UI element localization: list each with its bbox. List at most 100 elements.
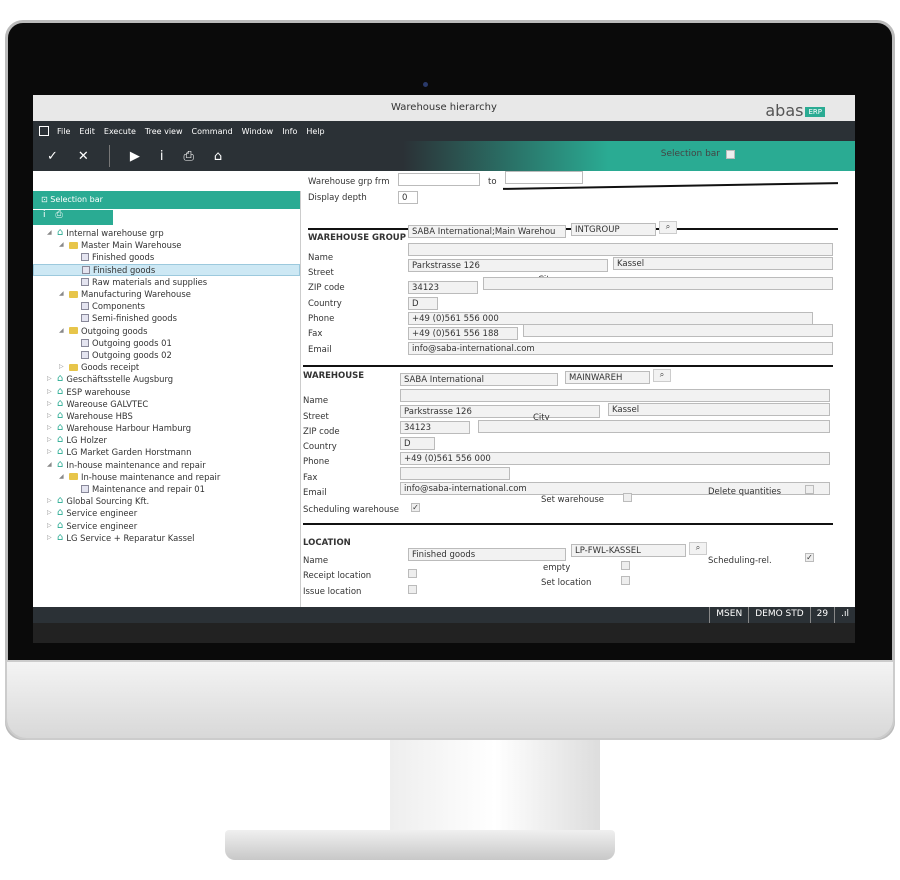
check-icon[interactable]: ✓ <box>47 149 58 164</box>
receipt-location-checkbox[interactable] <box>408 569 417 578</box>
warehouse-group-icon: ⌂ <box>57 373 64 385</box>
grp-from-input[interactable] <box>398 173 480 186</box>
selection-bar-checkbox[interactable] <box>726 149 735 159</box>
group-country-field[interactable]: D <box>408 297 438 310</box>
print-icon[interactable]: ⎙ <box>56 210 63 225</box>
search-icon[interactable]: ⌕ <box>689 542 707 555</box>
wh-phone-field[interactable]: +49 (0)561 556 000 <box>400 452 830 465</box>
scheduling-rel-checkbox[interactable]: ✓ <box>805 553 814 562</box>
collapse-icon[interactable]: ◢ <box>59 239 66 251</box>
tree-node[interactable]: Finished goods <box>33 251 300 263</box>
menu-help[interactable]: Help <box>306 127 324 136</box>
play-icon[interactable]: ▶ <box>130 149 140 164</box>
tree-node[interactable]: ◢ In-house maintenance and repair <box>33 471 300 483</box>
expand-icon[interactable]: ▷ <box>47 398 54 410</box>
tree-node[interactable]: ▷ ⌂ Geschäftsstelle Augsburg <box>33 373 300 385</box>
info-icon[interactable]: i <box>43 210 46 225</box>
menu-window[interactable]: Window <box>242 127 274 136</box>
tree-node[interactable]: ◢ Master Main Warehouse <box>33 239 300 251</box>
info-icon[interactable]: i <box>160 149 164 164</box>
menu-tree-view[interactable]: Tree view <box>145 127 183 136</box>
depth-input[interactable]: 0 <box>398 191 418 204</box>
tree-node[interactable]: ▷ ⌂ LG Holzer <box>33 434 300 446</box>
wh-street-field[interactable]: Parkstrasse 126 <box>400 405 600 418</box>
selection-bar-header[interactable]: ⊡ Selection bar <box>33 191 300 209</box>
tree-node[interactable]: ▷ ⌂ LG Service + Reparatur Kassel <box>33 532 300 544</box>
wh-zip-field[interactable]: 34123 <box>400 421 470 434</box>
tree-node[interactable]: ▷ ⌂ Warehouse HBS <box>33 410 300 422</box>
tree-node[interactable]: ◢ Outgoing goods <box>33 325 300 337</box>
tree-node[interactable]: Maintenance and repair 01 <box>33 483 300 495</box>
expand-icon[interactable]: ▷ <box>47 373 54 385</box>
menu-edit[interactable]: Edit <box>79 127 95 136</box>
collapse-icon[interactable]: ◢ <box>47 227 54 239</box>
tree-node[interactable]: ▷ ⌂ ESP warehouse <box>33 385 300 397</box>
tree-node[interactable]: Outgoing goods 01 <box>33 337 300 349</box>
tree-node[interactable]: ▷ Goods receipt <box>33 361 300 373</box>
tree-node[interactable]: ▷ ⌂ Warehouse Harbour Hamburg <box>33 422 300 434</box>
menu-file[interactable]: File <box>57 127 70 136</box>
expand-icon[interactable]: ▷ <box>47 410 54 422</box>
expand-icon[interactable]: ▷ <box>47 446 54 458</box>
group-email-field[interactable]: info@saba-international.com <box>408 342 833 355</box>
menu-bar: File Edit Execute Tree view Command Window Inf… <box>33 121 855 159</box>
scheduling-warehouse-checkbox[interactable]: ✓ <box>411 503 420 512</box>
expand-icon[interactable]: ▷ <box>47 507 54 519</box>
menu-info[interactable]: Info <box>282 127 297 136</box>
tree-node[interactable]: Raw materials and supplies <box>33 276 300 288</box>
issue-location-checkbox[interactable] <box>408 585 417 594</box>
selection-bar-toggle[interactable]: Selection bar <box>661 149 735 159</box>
collapse-icon[interactable]: ◢ <box>59 288 66 300</box>
group-zip-field[interactable]: 34123 <box>408 281 478 294</box>
tree-node[interactable]: ▷ ⌂ LG Market Garden Horstmann <box>33 446 300 458</box>
tree-node[interactable]: ◢ ⌂ In-house maintenance and repair <box>33 459 300 471</box>
tree-node[interactable]: ▷ ⌂ Global Sourcing Kft. <box>33 495 300 507</box>
menu-execute[interactable]: Execute <box>104 127 136 136</box>
tree-node[interactable]: Semi-finished goods <box>33 312 300 324</box>
grp-to-input[interactable] <box>505 171 583 184</box>
search-icon[interactable]: ⌕ <box>653 369 671 382</box>
menu-command[interactable]: Command <box>192 127 233 136</box>
wh-name-field[interactable]: SABA International <box>400 373 558 386</box>
tree-node[interactable]: ▷ ⌂ Service engineer <box>33 507 300 519</box>
delete-quantities-checkbox[interactable] <box>805 485 814 494</box>
tree-node[interactable]: ◢ Manufacturing Warehouse <box>33 288 300 300</box>
set-location-checkbox[interactable] <box>621 576 630 585</box>
collapse-icon[interactable]: ◢ <box>59 471 66 483</box>
collapse-icon[interactable]: ◢ <box>59 325 66 337</box>
expand-icon[interactable]: ▷ <box>47 520 54 532</box>
location-code-field[interactable]: LP-FWL-KASSEL <box>571 544 686 557</box>
group-name-field[interactable]: SABA International;Main Warehou <box>408 225 566 238</box>
location-name-field[interactable]: Finished goods <box>408 548 566 561</box>
group-fax-field[interactable]: +49 (0)561 556 188 <box>408 327 518 340</box>
home-icon[interactable]: ⌂ <box>214 149 222 164</box>
tree-node[interactable]: ◢ ⌂ Internal warehouse grp <box>33 227 300 239</box>
collapse-icon[interactable]: ◢ <box>47 459 54 471</box>
expand-icon[interactable]: ▷ <box>47 422 54 434</box>
tree-node[interactable]: Outgoing goods 02 <box>33 349 300 361</box>
wh-code-field[interactable]: MAINWAREH <box>565 371 650 384</box>
group-code-field[interactable]: INTGROUP <box>571 223 656 236</box>
tree-node[interactable]: Finished goods <box>33 263 300 276</box>
location-icon <box>81 485 89 494</box>
expand-icon[interactable]: ▷ <box>59 361 66 373</box>
group-city-field[interactable]: Kassel <box>613 257 833 270</box>
close-icon[interactable]: ✕ <box>78 149 89 164</box>
expand-icon[interactable]: ▷ <box>47 495 54 507</box>
expand-icon[interactable]: ▷ <box>47 434 54 446</box>
wh-country-field[interactable]: D <box>400 437 435 450</box>
search-icon[interactable]: ⌕ <box>659 221 677 234</box>
wh-city-field[interactable]: Kassel <box>608 403 830 416</box>
print-icon[interactable]: ⎙ <box>183 149 193 164</box>
country-label: Country <box>308 299 342 309</box>
tree-node[interactable]: ▷ ⌂ Service engineer <box>33 520 300 532</box>
expand-icon[interactable]: ▷ <box>47 532 54 544</box>
empty-checkbox[interactable] <box>621 561 630 570</box>
set-warehouse-checkbox[interactable] <box>623 493 632 502</box>
wh-fax-field[interactable] <box>400 467 510 480</box>
depth-label: Display depth <box>308 193 367 203</box>
tree-node[interactable]: ▷ ⌂ Wareouse GALVTEC <box>33 398 300 410</box>
tree-node[interactable]: Components <box>33 300 300 312</box>
expand-icon[interactable]: ▷ <box>47 386 54 398</box>
group-street-field[interactable]: Parkstrasse 126 <box>408 259 608 272</box>
